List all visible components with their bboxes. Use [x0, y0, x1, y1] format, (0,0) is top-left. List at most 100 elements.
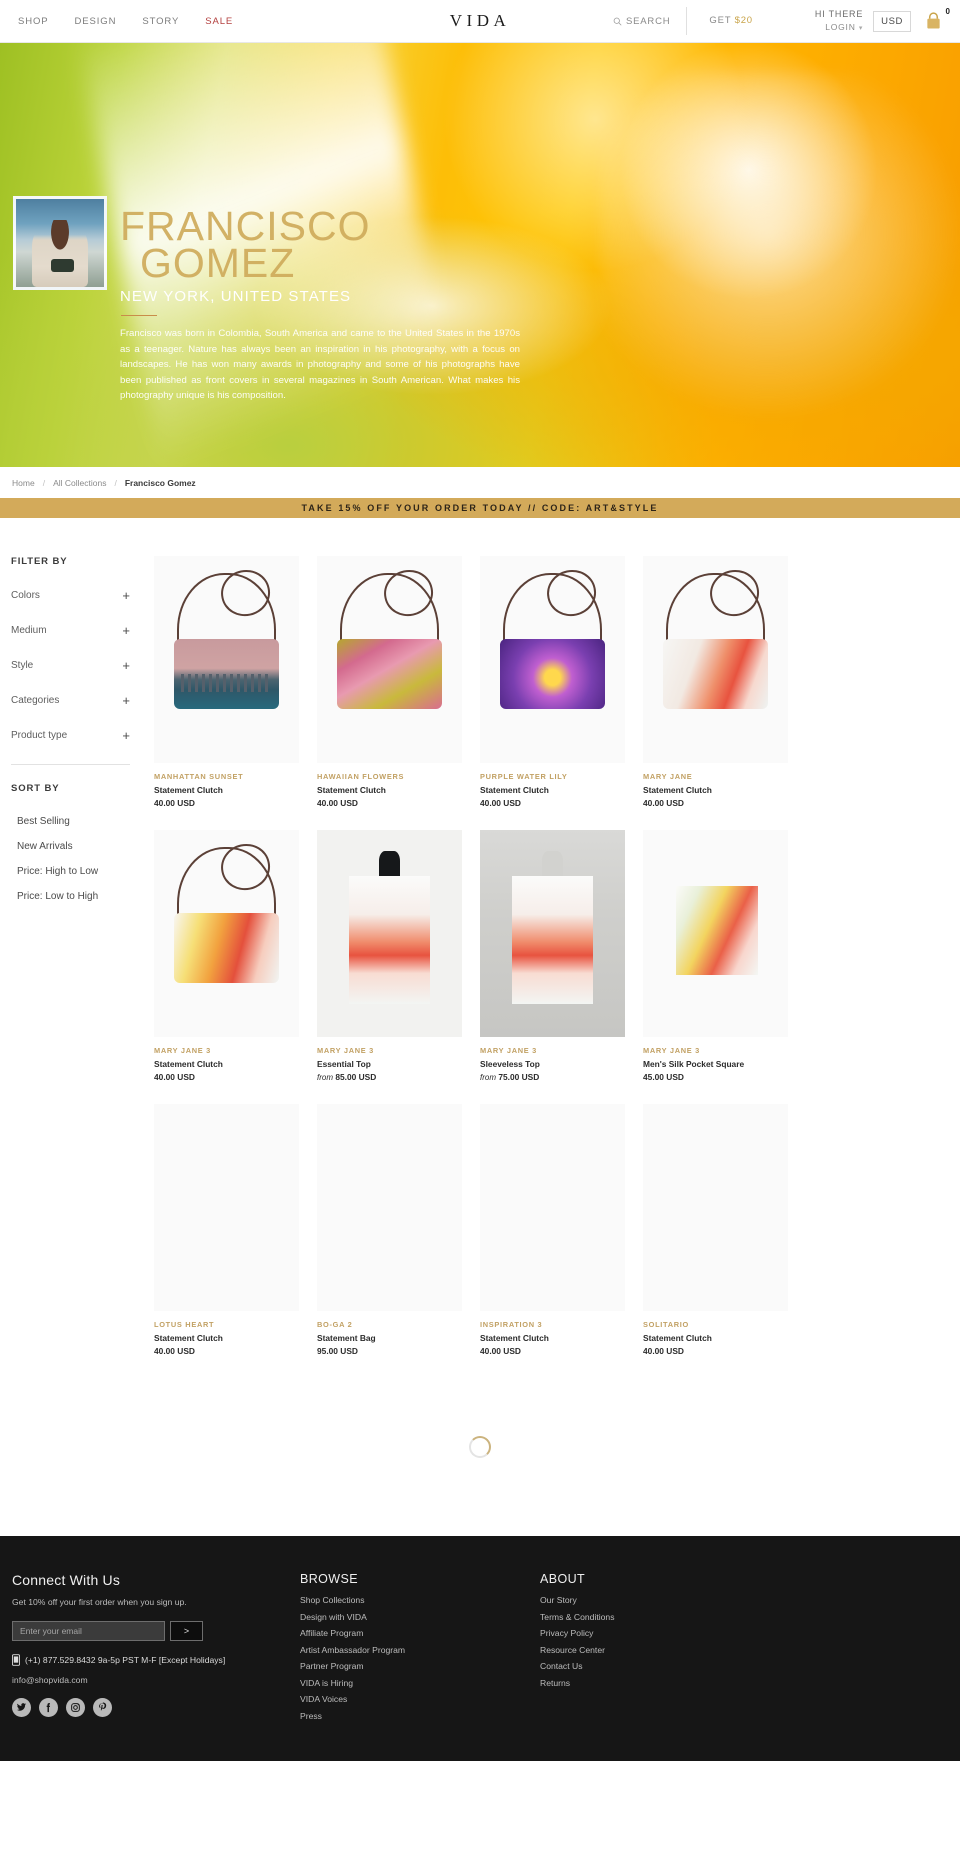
browse-link-6[interactable]: VIDA Voices — [300, 1694, 540, 1704]
product-price: from 85.00 USD — [317, 1072, 462, 1082]
browse-link-2[interactable]: Affiliate Program — [300, 1628, 540, 1638]
product-card[interactable]: INSPIRATION 3 Statement Clutch 40.00 USD — [480, 1104, 625, 1356]
product-image[interactable] — [480, 830, 625, 1037]
filter-style[interactable]: Style + — [11, 659, 152, 672]
newsletter-submit-button[interactable]: > — [170, 1621, 203, 1641]
browse-link-1[interactable]: Design with VIDA — [300, 1612, 540, 1622]
product-title[interactable]: MARY JANE — [643, 772, 788, 781]
get-credit-button[interactable]: GET $20 — [686, 7, 774, 35]
product-title[interactable]: PURPLE WATER LILY — [480, 772, 625, 781]
twitter-icon[interactable] — [12, 1698, 31, 1717]
loading-spinner-icon — [469, 1436, 491, 1458]
product-card[interactable]: LOTUS HEART Statement Clutch 40.00 USD — [154, 1104, 299, 1356]
product-type: Essential Top — [317, 1059, 371, 1069]
about-link-0[interactable]: Our Story — [540, 1595, 780, 1605]
product-card[interactable]: BO-GA 2 Statement Bag 95.00 USD — [317, 1104, 462, 1356]
product-card[interactable]: HAWAIIAN FLOWERS Statement Clutch 40.00 US… — [317, 556, 462, 808]
product-image[interactable] — [643, 556, 788, 763]
product-title[interactable]: MARY JANE 3 — [317, 1046, 462, 1055]
email-input[interactable] — [12, 1621, 165, 1641]
search-button[interactable]: SEARCH — [613, 16, 686, 27]
product-card[interactable]: MARY JANE 3 Men's Silk Pocket Square 45.00… — [643, 830, 788, 1082]
product-type: Statement Clutch — [480, 785, 549, 795]
nav-shop[interactable]: SHOP — [18, 16, 49, 27]
filter-medium[interactable]: Medium + — [11, 624, 152, 637]
product-card[interactable]: MARY JANE 3 Statement Clutch 40.00 USD — [154, 830, 299, 1082]
footer-phone: (+1) 877.529.8432 9a-5p PST M-F [Except … — [12, 1654, 300, 1666]
product-meta: MARY JANE 3 Essential Top from 85.00 USD — [317, 1037, 462, 1082]
product-card[interactable]: MANHATTAN SUNSET Statement Clutch 40.00 US… — [154, 556, 299, 808]
product-image[interactable] — [154, 830, 299, 1037]
cart-button[interactable]: 0 — [925, 7, 950, 30]
about-link-4[interactable]: Contact Us — [540, 1661, 780, 1671]
about-link-2[interactable]: Privacy Policy — [540, 1628, 780, 1638]
nav-design[interactable]: DESIGN — [75, 16, 117, 27]
browse-link-7[interactable]: Press — [300, 1711, 540, 1721]
product-image[interactable] — [154, 556, 299, 763]
sort-new-arrivals[interactable]: New Arrivals — [17, 841, 152, 852]
bag-icon — [925, 12, 942, 30]
product-title[interactable]: BO-GA 2 — [317, 1320, 462, 1329]
about-link-1[interactable]: Terms & Conditions — [540, 1612, 780, 1622]
browse-link-0[interactable]: Shop Collections — [300, 1595, 540, 1605]
plus-icon: + — [122, 693, 130, 708]
product-title[interactable]: HAWAIIAN FLOWERS — [317, 772, 462, 781]
product-title[interactable]: LOTUS HEART — [154, 1320, 299, 1329]
filter-categories-label: Categories — [11, 695, 60, 706]
promo-banner[interactable]: TAKE 15% OFF YOUR ORDER TODAY // CODE: A… — [0, 498, 960, 518]
about-link-3[interactable]: Resource Center — [540, 1645, 780, 1655]
breadcrumb-all-collections[interactable]: All Collections — [53, 478, 106, 488]
product-title[interactable]: MANHATTAN SUNSET — [154, 772, 299, 781]
product-image[interactable] — [643, 1104, 788, 1311]
filter-medium-label: Medium — [11, 625, 47, 636]
instagram-icon[interactable] — [66, 1698, 85, 1717]
site-header: SHOP DESIGN STORY SALE VIDA SEARCH GET $… — [0, 0, 960, 43]
product-image[interactable] — [317, 1104, 462, 1311]
product-title[interactable]: SOLITARIO — [643, 1320, 788, 1329]
browse-link-4[interactable]: Partner Program — [300, 1661, 540, 1671]
login-label[interactable]: LOGIN ▾ — [815, 21, 863, 35]
filter-categories[interactable]: Categories + — [11, 694, 152, 707]
currency-selector[interactable]: USD — [873, 10, 911, 32]
product-title[interactable]: MARY JANE 3 — [154, 1046, 299, 1055]
divider-rule — [121, 314, 157, 317]
product-card[interactable]: MARY JANE 3 Essential Top from 85.00 USD — [317, 830, 462, 1082]
breadcrumb-home[interactable]: Home — [12, 478, 35, 488]
sidebar-divider — [11, 764, 130, 765]
artist-bio: Francisco was born in Colombia, South Am… — [120, 328, 520, 402]
nav-sale[interactable]: SALE — [205, 16, 233, 27]
sort-price-low-high[interactable]: Price: Low to High — [17, 891, 152, 902]
footer-email[interactable]: info@shopvida.com — [12, 1675, 300, 1685]
product-image[interactable] — [480, 556, 625, 763]
product-image[interactable] — [317, 830, 462, 1037]
footer-browse-column: BROWSE Shop Collections Design with VIDA A… — [300, 1572, 540, 1727]
browse-link-3[interactable]: Artist Ambassador Program — [300, 1645, 540, 1655]
browse-link-5[interactable]: VIDA is Hiring — [300, 1678, 540, 1688]
about-link-5[interactable]: Returns — [540, 1678, 780, 1688]
pinterest-icon[interactable] — [93, 1698, 112, 1717]
filter-colors-label: Colors — [11, 590, 40, 601]
product-title[interactable]: MARY JANE 3 — [643, 1046, 788, 1055]
filter-sidebar: FILTER BY Colors + Medium + Style + Cate… — [0, 556, 152, 1378]
nav-story[interactable]: STORY — [142, 16, 179, 27]
product-image[interactable] — [317, 556, 462, 763]
product-card[interactable]: MARY JANE Statement Clutch 40.00 USD — [643, 556, 788, 808]
price-value: 45.00 USD — [643, 1072, 684, 1082]
product-card[interactable]: MARY JANE 3 Sleeveless Top from 75.00 USD — [480, 830, 625, 1082]
product-image[interactable] — [154, 1104, 299, 1311]
cart-count-badge: 0 — [945, 7, 950, 16]
product-price: from 75.00 USD — [480, 1072, 625, 1082]
product-card[interactable]: PURPLE WATER LILY Statement Clutch 40.00 U… — [480, 556, 625, 808]
product-image[interactable] — [643, 830, 788, 1037]
product-card[interactable]: SOLITARIO Statement Clutch 40.00 USD — [643, 1104, 788, 1356]
product-image[interactable] — [480, 1104, 625, 1311]
sort-best-selling[interactable]: Best Selling — [17, 816, 152, 827]
product-title[interactable]: INSPIRATION 3 — [480, 1320, 625, 1329]
account-menu[interactable]: HI THERE LOGIN ▾ — [775, 8, 873, 35]
product-title[interactable]: MARY JANE 3 — [480, 1046, 625, 1055]
filter-product-type[interactable]: Product type + — [11, 729, 152, 742]
filter-colors[interactable]: Colors + — [11, 589, 152, 602]
sort-price-high-low[interactable]: Price: High to Low — [17, 866, 152, 877]
facebook-icon[interactable] — [39, 1698, 58, 1717]
product-meta: BO-GA 2 Statement Bag 95.00 USD — [317, 1311, 462, 1356]
